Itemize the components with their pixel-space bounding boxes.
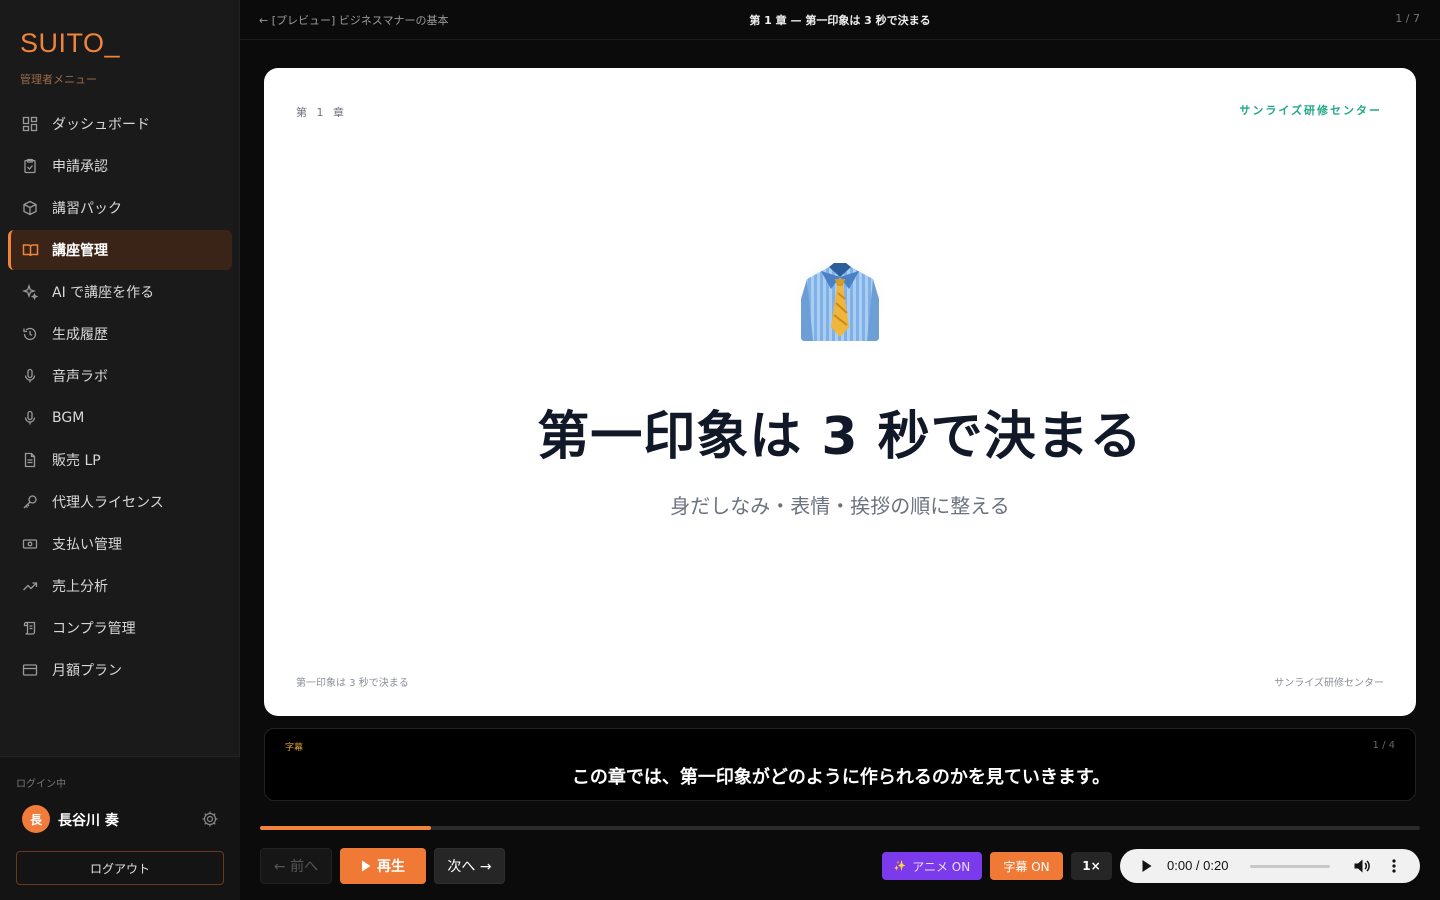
sidebar-item-label: 売上分析 [52,579,108,595]
slide-chapter-label: 第 1 章 [296,106,347,119]
audio-time: 0:00 / 0:20 [1167,858,1229,873]
animation-toggle-label: アニメ ON [912,859,971,874]
caption-label: 字幕 [285,743,304,753]
chapter-title: 第 1 章 — 第一印象は 3 秒で決まる [749,14,931,27]
clipboard-check-icon [21,157,39,175]
sidebar-item-compliance[interactable]: コンプラ管理 [8,608,232,648]
sidebar-item-label: 講座管理 [52,243,108,259]
audio-play-icon[interactable] [1141,859,1153,873]
sidebar-item-voice-lab[interactable]: 音声ラボ [8,356,232,396]
admin-menu-label: 管理者メニュー [20,73,97,86]
sidebar-item-label: ダッシュボード [52,117,150,133]
sidebar-item-label: 講習パック [52,201,122,217]
sidebar-item-label: BGM [52,410,85,426]
sidebar-item-history[interactable]: 生成履歴 [8,314,232,354]
sidebar-item-dashboard[interactable]: ダッシュボード [8,104,232,144]
volume-icon[interactable] [1353,858,1371,874]
sidebar-item-label: 支払い管理 [52,537,122,553]
next-button[interactable]: 次へ → [434,848,505,884]
brand-logo[interactable]: SUITO_ [20,28,120,59]
slide-brand: サンライズ研修センター [1239,104,1382,117]
login-status-label: ログイン中 [16,779,66,790]
dashboard-icon [21,115,39,133]
banknote-icon [21,535,39,553]
preview-topbar: ← [プレビュー] ビジネスマナーの基本 第 1 章 — 第一印象は 3 秒で決… [240,0,1440,40]
subtitle-toggle[interactable]: 字幕 ON [990,852,1063,880]
sidebar-item-label: コンプラ管理 [52,621,136,637]
caption-text: この章では、第一印象がどのように作られるのかを見ていきます。 [571,767,1111,788]
playback-progress[interactable] [260,826,1420,830]
animation-toggle[interactable]: ✨ アニメ ON [882,852,982,880]
slide-footer-brand: サンライズ研修センター [1274,678,1384,689]
sidebar-item-bgm[interactable]: BGM [8,398,232,438]
sidebar-item-course-packs[interactable]: 講習パック [8,188,232,228]
package-icon [21,199,39,217]
shirt-and-tie-emoji [792,253,888,349]
play-label: 再生 [377,859,405,875]
slide-footer-title: 第一印象は 3 秒で決まる [296,678,409,689]
audio-player: 0:00 / 0:20 [1120,849,1420,883]
sidebar-nav: ダッシュボード 申請承認 講習パック 講座管理 AI で講座を作る 生成履歴 音… [8,104,232,692]
sparkles-icon: ✨ [893,860,907,872]
sidebar-item-label: 月額プラン [52,663,122,679]
sidebar-item-ai-create[interactable]: AI で講座を作る [8,272,232,312]
scroll-icon [21,619,39,637]
more-options-icon[interactable] [1391,858,1397,874]
slide-title: 第一印象は 3 秒で決まる [537,407,1143,467]
gear-icon[interactable] [201,810,219,828]
sidebar-item-sales-lp[interactable]: 販売 LP [8,440,232,480]
sidebar-item-course-management[interactable]: 講座管理 [8,230,232,270]
logout-button[interactable]: ログアウト [16,851,224,885]
speed-button[interactable]: 1× [1071,852,1112,880]
sidebar-item-label: 生成履歴 [52,327,108,343]
avatar[interactable]: 長 [22,805,50,833]
sidebar-item-label: 音声ラボ [52,369,108,385]
microphone-icon [21,409,39,427]
history-icon [21,325,39,343]
sidebar: SUITO_ 管理者メニュー ダッシュボード 申請承認 講習パック 講座管理 A… [0,0,240,900]
user-panel: ログイン中 長 長谷川 奏 ログアウト [0,756,240,900]
audio-seek-bar[interactable] [1250,865,1330,868]
book-open-icon [21,241,39,259]
caption-count: 1 / 4 [1372,740,1395,751]
user-name: 長谷川 奏 [58,813,119,829]
sidebar-item-approvals[interactable]: 申請承認 [8,146,232,186]
credit-card-icon [21,661,39,679]
sidebar-item-monthly-plan[interactable]: 月額プラン [8,650,232,690]
key-icon [21,493,39,511]
slide-subtitle: 身だしなみ・表情・挨拶の順に整える [670,494,1010,518]
slide-canvas: 第 1 章 サンライズ研修センター 第一印象は 3 秒で決まる 身だしなみ・表情… [264,68,1416,716]
trending-up-icon [21,577,39,595]
sidebar-item-label: 販売 LP [52,453,101,469]
play-button[interactable]: 再生 [340,848,426,884]
sparkles-icon [21,283,39,301]
sidebar-item-label: 代理人ライセンス [52,495,164,511]
sidebar-item-label: AI で講座を作る [52,285,155,301]
sidebar-item-agent-license[interactable]: 代理人ライセンス [8,482,232,522]
play-icon [362,860,371,872]
slide-page-count: 1 / 7 [1395,12,1420,25]
sidebar-item-label: 申請承認 [52,159,108,175]
microphone-icon [21,367,39,385]
document-icon [21,451,39,469]
sidebar-item-sales-analytics[interactable]: 売上分析 [8,566,232,606]
sidebar-item-payments[interactable]: 支払い管理 [8,524,232,564]
caption-box: 字幕 1 / 4 この章では、第一印象がどのように作られるのかを見ていきます。 [264,728,1416,801]
prev-button[interactable]: ← 前へ [260,848,332,884]
progress-fill [260,826,431,830]
